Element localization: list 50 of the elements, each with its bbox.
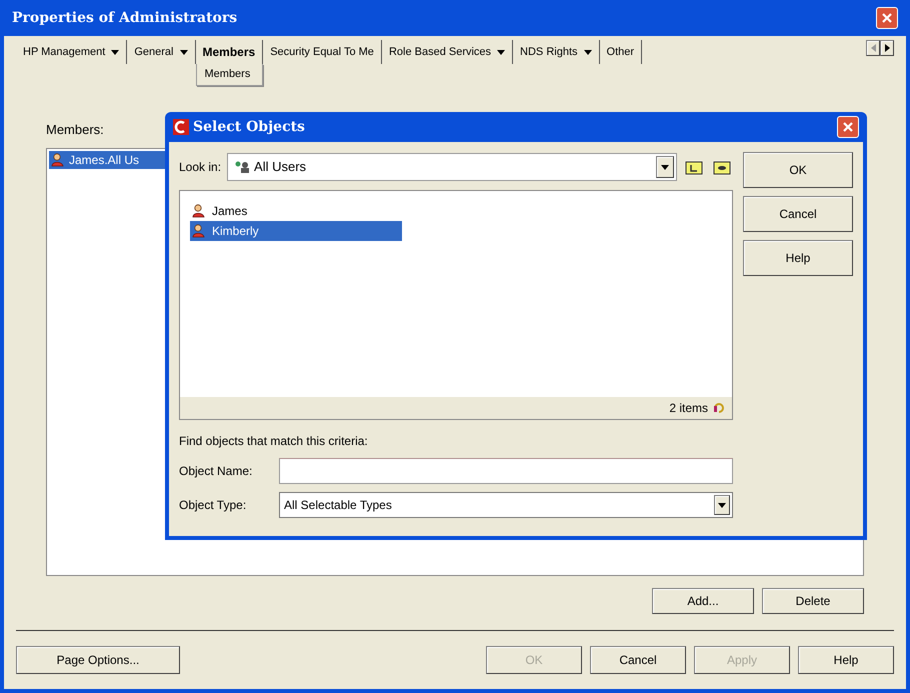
tab[interactable]: HP Management [16, 40, 128, 64]
page-options-button[interactable]: Page Options... [16, 646, 180, 674]
dialog-button[interactable]: Help [743, 240, 853, 276]
caret-icon [497, 50, 506, 54]
look-in-value: All Users [254, 158, 306, 176]
person-icon [192, 204, 206, 218]
dropdown-button[interactable] [714, 495, 730, 515]
caret-icon [111, 50, 120, 54]
caret-icon [661, 164, 669, 170]
group-icon [234, 160, 250, 174]
object-item[interactable]: Kimberly [190, 221, 402, 241]
app-logo-icon [173, 119, 189, 135]
close-button[interactable] [876, 7, 898, 29]
dialog-button[interactable]: OK [743, 152, 853, 188]
right-arrow-icon [884, 44, 890, 52]
person-icon [51, 152, 65, 166]
person-icon [192, 224, 206, 238]
object-type-dropdown[interactable]: All Selectable Types [279, 492, 733, 518]
scroll-left-button[interactable] [866, 40, 880, 56]
tab[interactable]: NDS Rights [513, 40, 600, 64]
field-label: Object Name: [179, 463, 254, 480]
tab[interactable]: Security Equal To Me [263, 40, 382, 64]
item-count: 2 items [669, 400, 708, 417]
close-button[interactable] [837, 116, 859, 138]
close-icon [842, 121, 854, 133]
subtab[interactable]: Members [196, 64, 264, 86]
close-icon [881, 12, 893, 24]
object-name-field[interactable] [279, 458, 733, 484]
object-item[interactable]: James [190, 201, 402, 221]
criteria-label: Find objects that match this criteria: [179, 433, 369, 450]
dialog-button[interactable]: Cancel [743, 196, 853, 232]
dropdown-button[interactable] [656, 156, 674, 178]
caret-icon [180, 50, 188, 54]
members-label: Members: [46, 121, 104, 139]
dialog-title: Select Objects [193, 118, 305, 136]
look-in-dropdown[interactable]: All Users [227, 153, 677, 181]
list-action-button[interactable]: Add... [652, 588, 754, 614]
list-action-button[interactable]: Delete [762, 588, 864, 614]
refresh-icon [712, 401, 726, 415]
caret-icon [584, 50, 592, 54]
footer-button[interactable]: Cancel [590, 646, 686, 674]
caret-icon [718, 502, 726, 508]
look-in-label: Look in: [179, 159, 222, 176]
left-arrow-icon [870, 44, 876, 52]
scroll-right-button[interactable] [880, 40, 894, 56]
footer-button[interactable]: Help [798, 646, 894, 674]
field-label: Object Type: [179, 497, 248, 514]
window-title: Properties of Administrators [12, 8, 238, 28]
tab[interactable]: Role Based Services [382, 40, 514, 64]
tab[interactable]: Other [600, 40, 642, 64]
